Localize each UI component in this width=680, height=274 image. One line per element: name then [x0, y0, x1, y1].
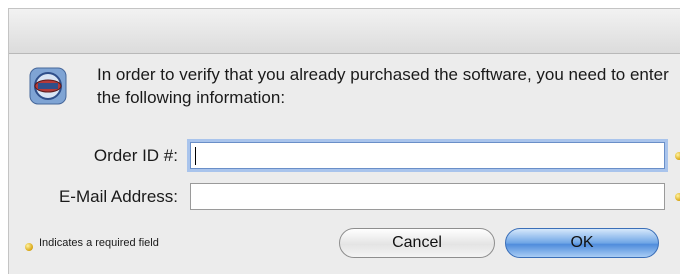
- ok-button[interactable]: OK: [505, 228, 659, 258]
- required-dot-icon: [675, 193, 680, 201]
- order-id-field[interactable]: [190, 142, 665, 169]
- email-field[interactable]: [190, 183, 665, 210]
- verification-dialog: In order to verify that you already purc…: [8, 8, 680, 274]
- window-titlebar[interactable]: [9, 9, 680, 54]
- required-field-legend: Indicates a required field: [39, 237, 159, 249]
- cancel-button[interactable]: Cancel: [339, 228, 495, 258]
- app-badge-icon: [29, 67, 67, 105]
- email-label: E-Mail Address:: [58, 187, 178, 206]
- required-dot-icon: [675, 152, 680, 160]
- order-id-label: Order ID #:: [93, 146, 178, 165]
- required-dot-icon: [25, 243, 33, 251]
- dialog-message: In order to verify that you already purc…: [97, 65, 669, 107]
- text-caret: [195, 147, 196, 165]
